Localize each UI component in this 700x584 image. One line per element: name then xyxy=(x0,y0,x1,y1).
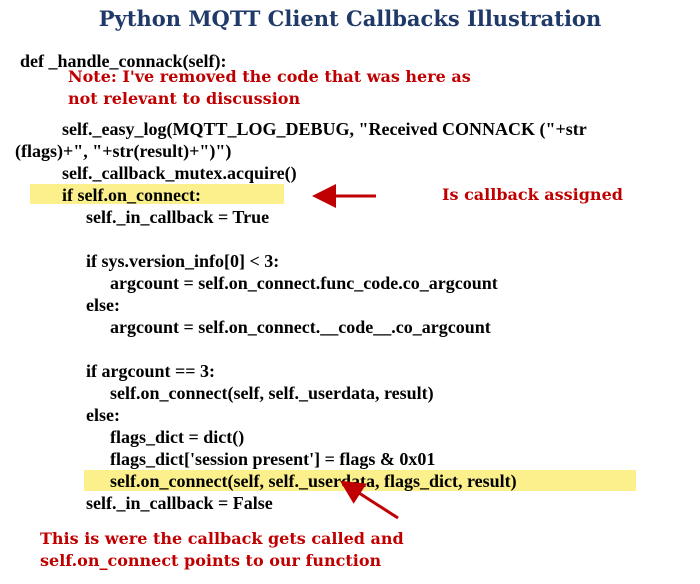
annotation-arrows xyxy=(312,184,399,520)
arrow-to-on-connect-call xyxy=(339,480,399,520)
